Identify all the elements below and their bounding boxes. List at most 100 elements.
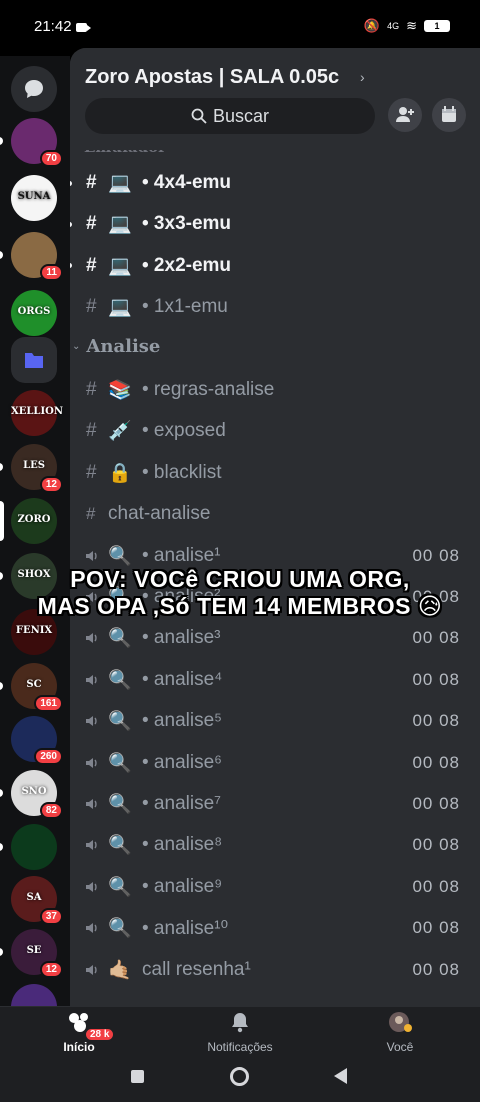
voice-user-count: 00 08 [412,918,460,938]
channel-analise-2[interactable]: # 🔒 • blacklist [70,454,480,492]
server-icon-7[interactable]: ZORO [11,498,57,544]
server-logo-text: SC [26,679,42,690]
events-button[interactable] [432,98,466,132]
direct-messages-button[interactable] [11,66,57,112]
channel-panel: Zoro Apostas | SALA 0.05c › Buscar Emula… [70,48,480,1006]
channel-emoji: 🔍 [108,794,132,815]
server-icon-6[interactable]: LES 12 [11,444,63,493]
speaker-icon [86,633,97,644]
channel-name: • 3x3-emu [142,213,232,235]
unread-dot [70,180,72,186]
channel-analise-0[interactable]: # 📚 • regras-analise [70,371,480,409]
mention-badge: 37 [39,908,63,925]
folder-icon [25,353,43,368]
server-rail: 70 SUNA 11 ORGS XELLION LES 12 ZORO SHOX FENIX SC 1… [0,56,70,1030]
server-icon-3[interactable]: ORGS [11,290,57,336]
channel-name: • analise⁶ [142,751,222,773]
channel-emoji: 🔒 [108,462,132,484]
server-icon-1[interactable]: SUNA [11,175,57,221]
voice-channel-9[interactable]: 🔍 • analise¹⁰ 00 08 [70,909,480,947]
server-icon-11[interactable]: 260 [11,716,63,765]
voice-channel-5[interactable]: 🔍 • analise⁶ 00 08 [70,744,480,782]
search-label: Buscar [212,105,270,126]
caption-line-2: MAS OPA ,Só TEM 14 MEMBROS 😥 [37,593,443,619]
voice-channel-2[interactable]: 🔍 • analise³ 00 08 [70,619,480,657]
server-name[interactable]: Zoro Apostas | SALA 0.05c [85,66,339,89]
voice-channel-3[interactable]: 🔍 • analise⁴ 00 08 [70,661,480,699]
recents-button[interactable] [131,1070,144,1083]
server-icon-4[interactable] [11,337,57,383]
unread-dot [70,263,72,269]
channel-emoji: 🔍 [108,628,132,650]
channel-emu-0[interactable]: # 💻 • 4x4-emu [70,164,480,202]
user-avatar-icon [389,1012,412,1032]
selected-indicator [0,501,4,541]
speaker-icon [86,881,97,892]
channel-emu-2[interactable]: # 💻 • 2x2-emu [70,247,480,285]
channel-name: • exposed [142,420,226,442]
add-user-icon [396,107,414,122]
server-logo-text: ORGS [17,306,51,317]
thread-hash-icon: # [86,504,96,524]
channel-emoji: 🔍 [108,545,132,567]
channel-name: • 2x2-emu [142,254,232,276]
channel-name: • analise⁴ [142,668,223,690]
back-button[interactable] [334,1068,347,1084]
channel-name: • analise⁹ [142,875,223,897]
nav-notifications-label: Notificações [207,1040,273,1054]
voice-channel-10[interactable]: 🤙🏼 call resenha¹ 00 08 [70,951,480,989]
server-icon-2[interactable]: 11 [11,232,63,281]
channel-emoji: 📚 [108,380,132,401]
speaker-icon [86,757,97,768]
voice-channel-8[interactable]: 🔍 • analise⁹ 00 08 [70,868,480,906]
category-title: Analise [86,336,161,358]
speaker-icon [86,716,97,727]
channel-emoji: 🔍 [108,876,132,898]
search-button[interactable]: Buscar [85,98,375,134]
status-icons: 🔕 4G ≋ 1 [364,18,450,34]
unread-indicator [0,137,3,145]
mention-badge: 12 [39,476,63,493]
server-icon-12[interactable]: SNO 82 [11,770,63,819]
nav-home[interactable]: 28 k Início [24,1011,134,1054]
home-badge: 28 k [84,1027,116,1042]
voice-user-count: 00 08 [412,711,460,731]
server-icon-14[interactable]: SA 37 [11,876,63,925]
voice-channel-4[interactable]: 🔍 • analise⁵ 00 08 [70,702,480,740]
channel-name: • 1x1-emu [142,296,228,318]
status-time: 21:42 [34,18,72,35]
wifi-icon: ≋ [406,18,417,33]
unread-dot [70,221,72,227]
chevron-right-icon[interactable]: › [360,69,365,85]
home-system-button[interactable] [230,1067,249,1086]
nav-notifications[interactable]: Notificações [185,1011,295,1054]
calendar-icon [442,106,456,122]
server-icon-5[interactable]: XELLION [11,390,63,436]
channel-analise-1[interactable]: # 💉 • exposed [70,412,480,450]
nav-you[interactable]: Você [345,1011,455,1054]
caption-line-1: POV: VOCê CRIOU UMA ORG, [70,566,410,592]
unread-indicator [0,843,3,851]
nav-home-label: Início [63,1040,95,1054]
hash-icon: # [86,172,97,193]
hash-icon: # [86,379,97,400]
server-logo-text: SUNA [17,191,51,202]
voice-channel-7[interactable]: 🔍 • analise⁸ 00 08 [70,826,480,864]
add-member-button[interactable] [388,98,422,132]
server-icon-10[interactable]: SC 161 [11,663,63,712]
speaker-icon [86,674,97,685]
category-analise[interactable]: ⌄ Analise [72,333,272,361]
server-icon-15[interactable]: SE 12 [11,929,63,978]
server-icon-13[interactable] [11,824,57,870]
channel-name: • analise¹⁰ [142,917,229,939]
voice-user-count: 00 08 [412,669,460,689]
channel-emu-1[interactable]: # 💻 • 3x3-emu [70,205,480,243]
channel-emoji: 💻 [108,297,132,319]
channel-emu-3[interactable]: # 💻 • 1x1-emu [70,288,480,326]
server-icon-0[interactable]: 70 [11,118,63,167]
channel-emoji: 💻 [108,255,132,277]
channel-chat-analise[interactable]: # chat-analise [70,495,480,533]
channel-emoji: 🔍 [108,918,132,940]
channel-name: • regras-analise [142,379,275,400]
voice-channel-6[interactable]: 🔍 • analise⁷ 00 08 [70,785,480,823]
